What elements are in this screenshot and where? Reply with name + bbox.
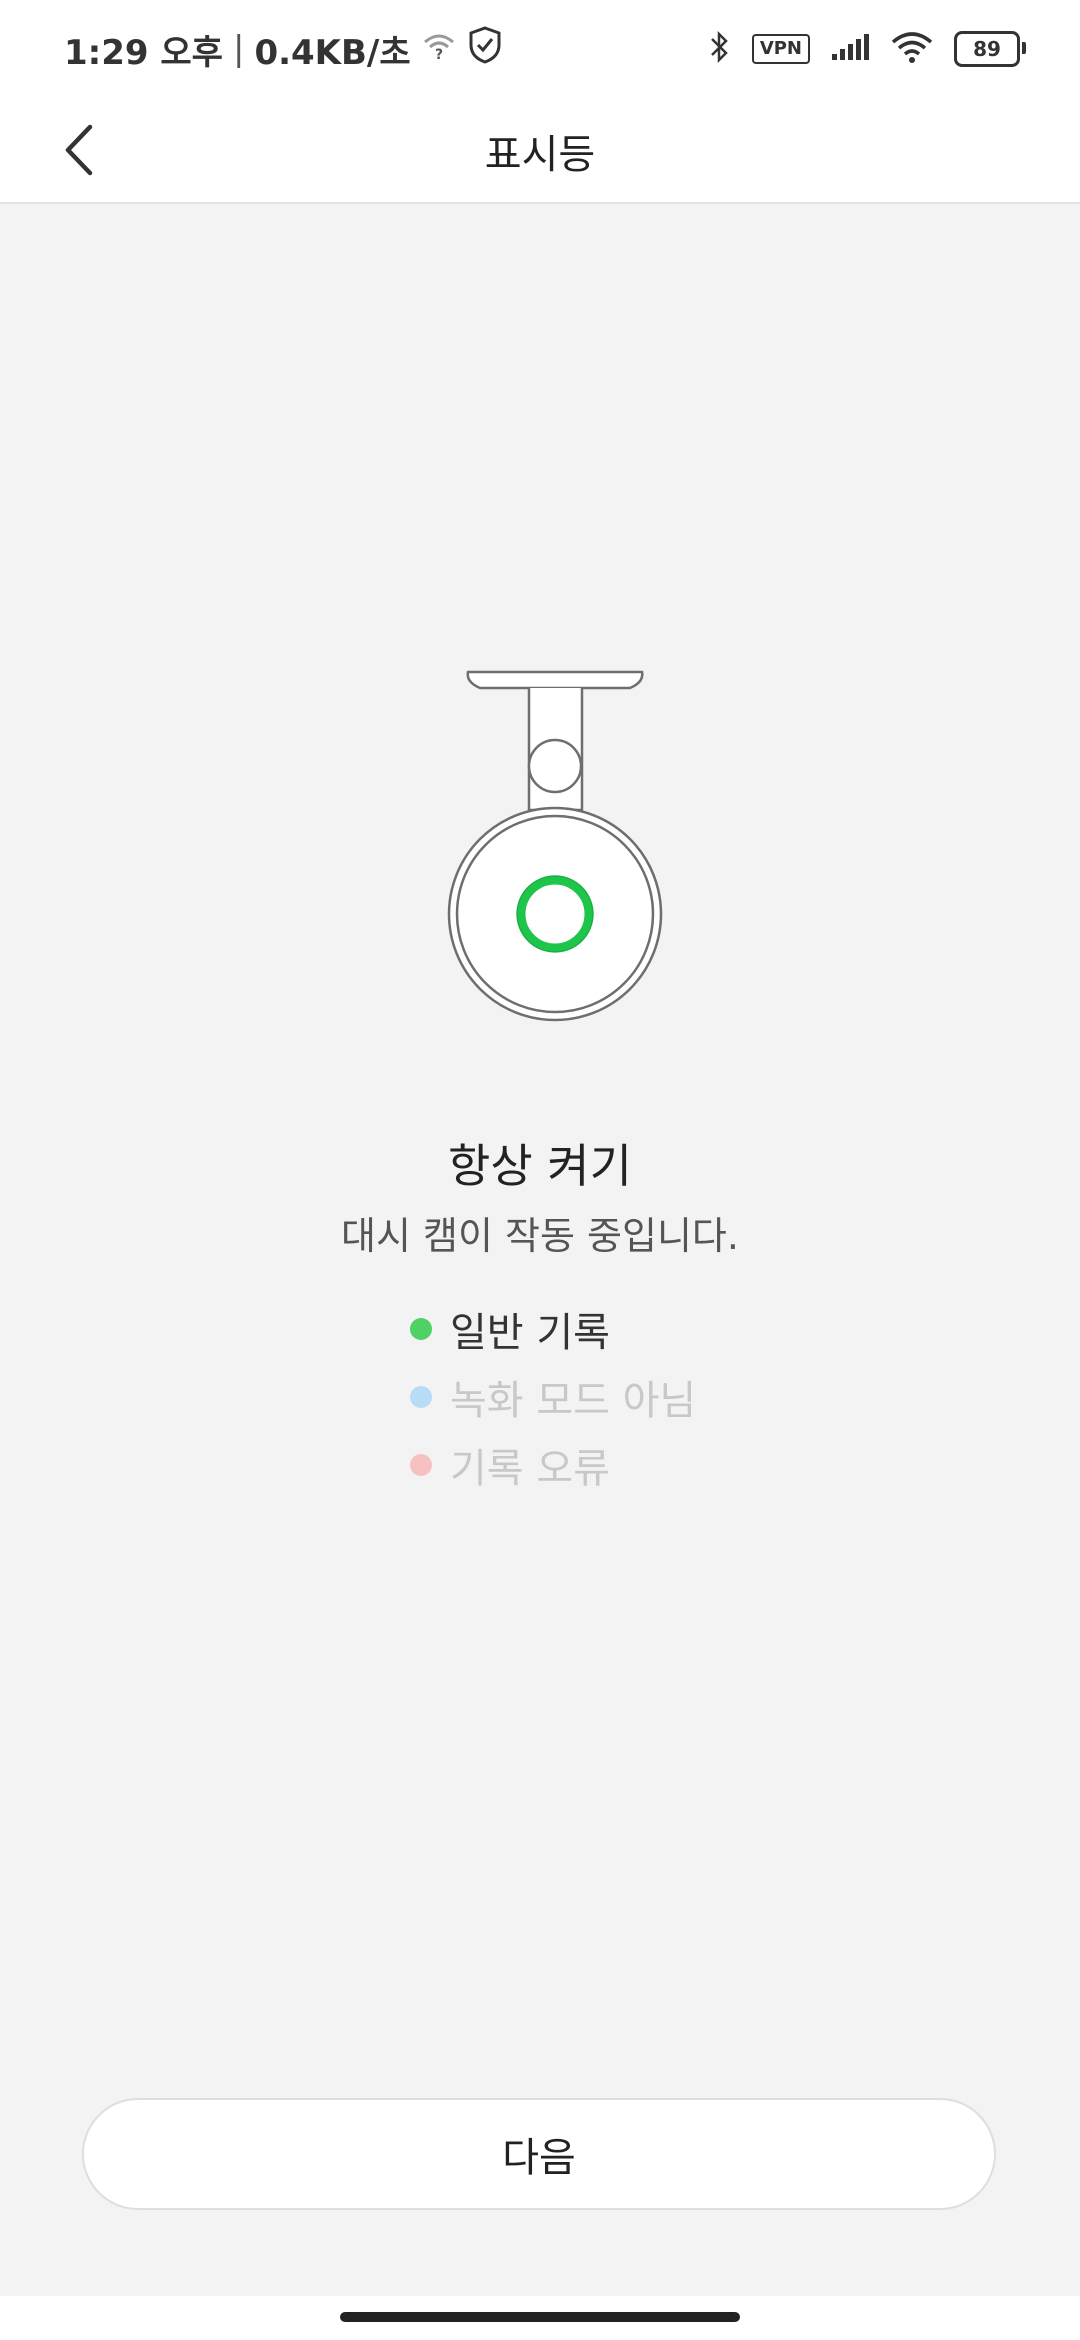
legend-label: 녹화 모드 아님 [450,1378,697,1424]
legend-item-not-recording: 녹화 모드 아님 [410,1363,696,1431]
legend-item-recording-error: 기록 오류 [410,1431,696,1499]
battery-level: 89 [973,37,1001,61]
signal-icon [830,32,870,66]
chevron-left-icon [60,123,100,181]
wifi-icon [890,30,934,68]
legend-label: 일반 기록 [450,1310,610,1356]
shield-check-icon [467,25,503,74]
bluetooth-icon [706,29,732,69]
legend-label: 기록 오류 [450,1446,610,1492]
back-button[interactable] [40,112,120,192]
app-header: 표시등 [0,100,1080,204]
battery-indicator: 89 [954,31,1026,67]
wifi-question-icon: ? [421,29,457,69]
status-time: 1:29 오후 [64,32,223,73]
page-title: 표시등 [484,132,596,178]
green-dot-icon [410,1318,432,1340]
status-net-speed: 0.4KB/초 [254,32,411,73]
status-separator: | [232,29,245,69]
dashcam-illustration [408,660,678,1030]
vpn-badge: VPN [751,34,810,64]
next-button-label: 다음 [502,2135,576,2181]
system-nav-bar [0,2296,1080,2340]
status-left: 1:29 오후 | 0.4KB/초 ? [64,24,503,74]
legend-item-normal-recording: 일반 기록 [410,1295,696,1363]
indicator-legend: 일반 기록 녹화 모드 아님 기록 오류 [410,1295,696,1499]
svg-text:?: ? [435,47,443,60]
blue-dot-icon [410,1386,432,1408]
indicator-mode-description: 대시 캠이 작동 중입니다. [341,1214,739,1258]
next-button[interactable]: 다음 [82,2098,996,2210]
indicator-mode-title: 항상 켜기 [448,1139,632,1193]
home-indicator[interactable] [340,2312,740,2322]
red-dot-icon [410,1454,432,1476]
status-right: VPN 89 [706,24,1026,74]
status-bar: 1:29 오후 | 0.4KB/초 ? VPN 89 [0,0,1080,100]
